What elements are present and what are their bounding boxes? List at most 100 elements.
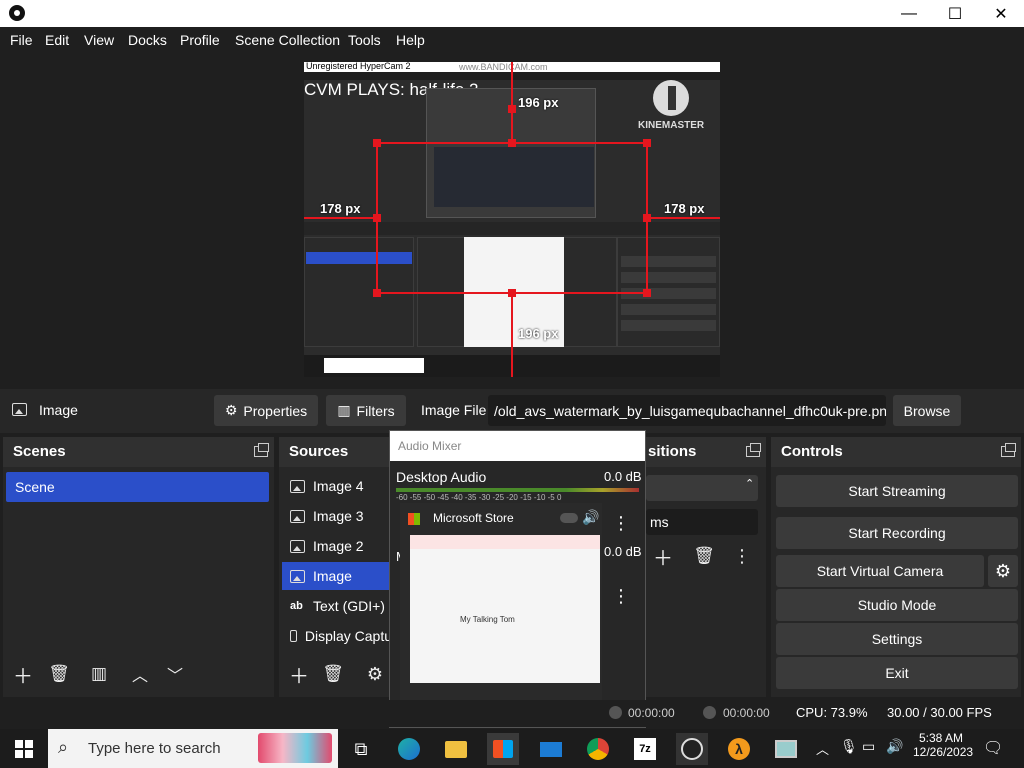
- add-scene-icon[interactable]: ＋: [11, 662, 35, 688]
- remove-scene-icon[interactable]: 🗑: [47, 662, 71, 686]
- search-icon: ⌕: [58, 737, 69, 757]
- menu-edit[interactable]: Edit: [45, 32, 69, 48]
- microsoft-store-taskbar-icon[interactable]: [487, 733, 519, 765]
- desktop-audio-db: 0.0 dB: [604, 469, 642, 484]
- transition-menu-icon[interactable]: ⋮: [730, 544, 754, 568]
- settings-button[interactable]: Settings: [776, 623, 1018, 655]
- kinemaster-watermark: KINEMASTER: [638, 120, 705, 131]
- mic-audio-menu-icon[interactable]: ⋮: [612, 586, 630, 607]
- pictures-app-icon[interactable]: [770, 733, 802, 765]
- image-icon: [290, 479, 305, 493]
- dock-float-icon[interactable]: [746, 443, 761, 457]
- source-item[interactable]: Image 4: [282, 472, 392, 500]
- image-file-field[interactable]: /old_avs_watermark_by_luisgamequbachanne…: [488, 395, 886, 426]
- stream-status-icon: [609, 706, 622, 719]
- remove-transition-icon[interactable]: 🗑: [692, 544, 716, 568]
- dock-float-icon[interactable]: [254, 443, 269, 457]
- menu-scene-collection[interactable]: Scene Collection: [235, 32, 340, 48]
- toggle-icon[interactable]: [560, 513, 578, 523]
- menu-help[interactable]: Help: [396, 32, 425, 48]
- microphone-icon[interactable]: 🎙: [840, 738, 858, 755]
- move-down-icon[interactable]: ﹀: [163, 662, 187, 686]
- file-explorer-icon[interactable]: [440, 733, 472, 765]
- text-icon: ab: [290, 600, 303, 612]
- source-label: Image 4: [313, 478, 364, 494]
- edge-icon[interactable]: [393, 733, 425, 765]
- desktop-audio-label: Desktop Audio: [396, 469, 487, 485]
- network-icon[interactable]: ▭: [862, 738, 875, 755]
- desktop-audio-menu-icon[interactable]: ⋮: [612, 513, 630, 534]
- clock-date: 12/26/2023: [913, 745, 974, 759]
- stream-time: 00:00:00: [628, 706, 675, 720]
- speaker-icon[interactable]: 🔊: [582, 509, 599, 526]
- cpu-usage: CPU: 73.9%: [796, 705, 868, 720]
- sources-title: Sources: [289, 443, 349, 460]
- browse-button[interactable]: Browse: [893, 395, 961, 426]
- menu-profile[interactable]: Profile: [180, 32, 220, 48]
- properties-label: Properties: [243, 402, 308, 419]
- add-transition-icon[interactable]: ＋: [651, 544, 675, 570]
- store-thumbnail-popup[interactable]: Microsoft Store 🔊 My Talking Tom ⏮⏸⏭: [400, 503, 602, 727]
- source-item[interactable]: Image 2: [282, 532, 392, 560]
- source-label: Text (GDI+): [313, 598, 385, 614]
- task-view-icon[interactable]: ⧉: [345, 733, 377, 765]
- chrome-icon[interactable]: [582, 733, 614, 765]
- close-button[interactable]: ✕: [978, 0, 1024, 27]
- start-streaming-button[interactable]: Start Streaming: [776, 475, 1018, 507]
- obs-taskbar-icon[interactable]: [676, 733, 708, 765]
- scene-item[interactable]: Scene: [6, 472, 269, 502]
- menu-docks[interactable]: Docks: [128, 32, 167, 48]
- selected-source-name: Image: [39, 402, 78, 418]
- source-item[interactable]: ab Text (GDI+): [282, 592, 392, 620]
- scenes-title: Scenes: [13, 443, 66, 460]
- exit-button[interactable]: Exit: [776, 657, 1018, 689]
- store-app-title: My Talking Tom: [460, 615, 515, 624]
- scene-filters-icon[interactable]: ▥: [87, 662, 111, 686]
- preview-canvas[interactable]: Unregistered HyperCam 2 www.BANDICAM.com…: [304, 62, 720, 377]
- notifications-icon[interactable]: 🗨: [983, 738, 1003, 758]
- studio-mode-button[interactable]: Studio Mode: [776, 589, 1018, 621]
- start-recording-button[interactable]: Start Recording: [776, 517, 1018, 549]
- dock-float-icon[interactable]: [1001, 443, 1016, 457]
- move-up-icon[interactable]: ︿: [128, 662, 152, 686]
- remove-source-icon[interactable]: 🗑: [321, 662, 345, 686]
- menu-view[interactable]: View: [84, 32, 114, 48]
- filters-label: Filters: [356, 402, 395, 419]
- transitions-title: sitions: [648, 443, 697, 460]
- mail-icon[interactable]: [535, 733, 567, 765]
- taskbar-search-placeholder: Type here to search: [88, 740, 221, 757]
- source-properties-gear-icon[interactable]: ⚙: [363, 662, 387, 686]
- volume-icon[interactable]: 🔊: [886, 738, 903, 755]
- duration-field[interactable]: ms: [646, 509, 758, 535]
- tray-chevron-icon[interactable]: ︿: [816, 739, 829, 758]
- virtual-camera-settings-gear-icon[interactable]: ⚙: [988, 555, 1018, 587]
- select-arrow-icon: ⌃: [745, 478, 755, 490]
- clock-time: 5:38 AM: [918, 731, 964, 745]
- start-virtual-camera-button[interactable]: Start Virtual Camera: [776, 555, 984, 587]
- maximize-button[interactable]: ☐: [932, 0, 978, 27]
- record-time: 00:00:00: [723, 706, 770, 720]
- source-label: Image: [313, 568, 352, 584]
- source-item[interactable]: Display Captu: [282, 622, 392, 650]
- minimize-button[interactable]: —: [886, 0, 932, 27]
- taskbar-clock[interactable]: 5:38 AM 12/26/2023: [913, 731, 974, 759]
- properties-button[interactable]: ⚙ Properties: [214, 395, 318, 426]
- 7zip-icon[interactable]: 7z: [629, 733, 661, 765]
- half-life-icon[interactable]: λ: [723, 733, 755, 765]
- windows-start-icon[interactable]: [8, 733, 40, 765]
- menu-file[interactable]: File: [10, 32, 33, 48]
- transition-select[interactable]: [646, 475, 758, 501]
- microsoft-store-icon: [408, 513, 420, 525]
- source-item-selected[interactable]: Image: [282, 562, 392, 590]
- store-popup-title: Microsoft Store: [433, 511, 514, 525]
- dimension-label-left: 178 px: [320, 201, 361, 216]
- source-item[interactable]: Image 3: [282, 502, 392, 530]
- menu-tools[interactable]: Tools: [348, 32, 381, 48]
- add-source-icon[interactable]: ＋: [287, 662, 311, 688]
- controls-dock: Controls Start Streaming Start Recording…: [771, 437, 1021, 697]
- audio-mixer-title: Audio Mixer: [390, 431, 645, 461]
- filters-button[interactable]: ▥ Filters: [326, 395, 406, 426]
- bandicam-watermark: www.BANDICAM.com: [459, 62, 548, 72]
- image-icon: [12, 403, 27, 416]
- image-icon: [290, 509, 305, 523]
